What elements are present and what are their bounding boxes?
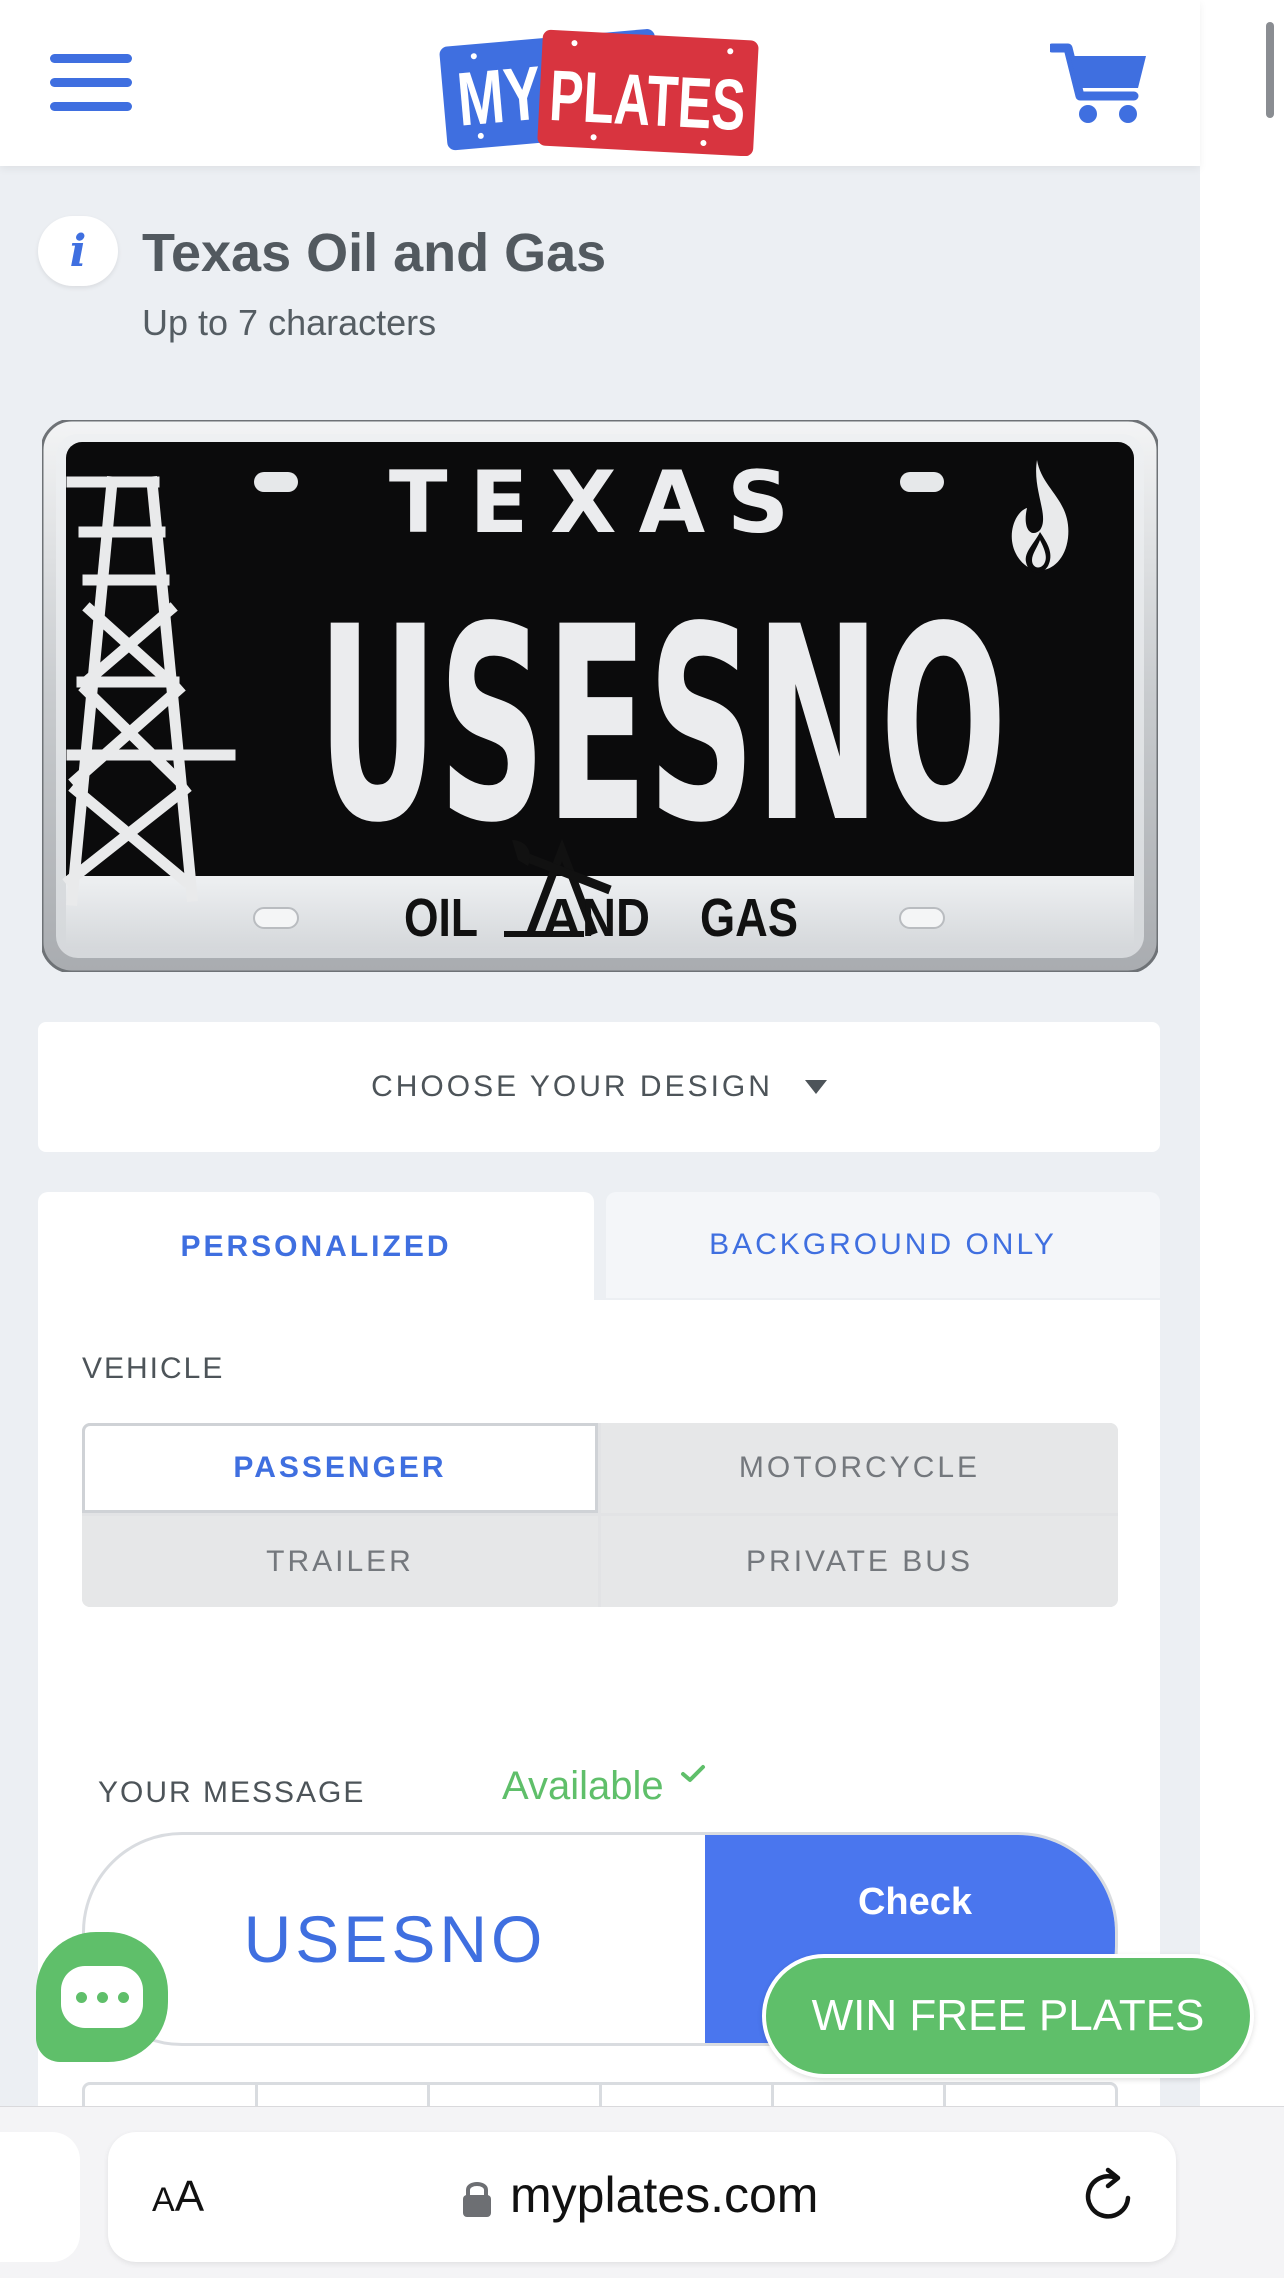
plate-caption-oil: OIL bbox=[404, 888, 478, 948]
text-size-button[interactable]: AA bbox=[152, 2172, 204, 2222]
message-input[interactable]: USESNO bbox=[85, 1835, 705, 2043]
plate-title: Texas Oil and Gas bbox=[142, 223, 607, 283]
lock-icon bbox=[463, 2182, 491, 2217]
myplates-logo[interactable]: MY PLATES bbox=[436, 8, 766, 156]
url-text: myplates.com bbox=[510, 2167, 819, 2223]
chat-button[interactable] bbox=[36, 1932, 168, 2062]
plate-state: TEXAS bbox=[389, 453, 811, 553]
text-size-large-glyph: A bbox=[174, 2172, 205, 2221]
menu-icon[interactable] bbox=[50, 54, 132, 112]
tab-personalized[interactable]: PERSONALIZED bbox=[38, 1192, 594, 1302]
win-free-plates-button[interactable]: WIN FREE PLATES bbox=[762, 1954, 1254, 2078]
your-message-label: YOUR MESSAGE bbox=[98, 1776, 366, 1809]
vehicle-option-private-bus[interactable]: PRIVATE BUS bbox=[601, 1516, 1118, 1607]
scrollbar[interactable] bbox=[1266, 22, 1274, 118]
tab-background-only[interactable]: BACKGROUND ONLY bbox=[606, 1192, 1160, 1298]
site-header: MY PLATES bbox=[0, 0, 1200, 166]
plate-text: USESNO bbox=[317, 570, 1007, 882]
plate-caption-gas: GAS bbox=[700, 888, 798, 948]
previous-tab[interactable] bbox=[0, 2132, 80, 2262]
info-icon: i bbox=[69, 225, 87, 277]
info-button[interactable]: i bbox=[38, 216, 118, 286]
checkmark-icon bbox=[681, 1765, 705, 1782]
chevron-down-icon bbox=[804, 1080, 827, 1094]
vehicle-option-trailer[interactable]: TRAILER bbox=[82, 1516, 598, 1607]
chat-icon bbox=[61, 1966, 143, 2028]
plate-caption-a: A bbox=[542, 888, 581, 948]
choose-design-label: CHOOSE YOUR DESIGN bbox=[371, 1070, 773, 1103]
logo-text-my: MY bbox=[454, 51, 545, 143]
cart-icon[interactable] bbox=[1050, 40, 1148, 126]
vehicle-option-motorcycle[interactable]: MOTORCYCLE bbox=[601, 1423, 1118, 1513]
plate-preview: TEXAS USESNO OIL A ND GAS bbox=[42, 420, 1158, 972]
plate-caption-nd: ND bbox=[582, 888, 650, 948]
character-limit: Up to 7 characters bbox=[142, 302, 437, 343]
availability-status: Available bbox=[502, 1764, 664, 1808]
vehicle-label: VEHICLE bbox=[82, 1352, 225, 1385]
page-edge bbox=[1200, 0, 1284, 2277]
logo-text-plates: PLATES bbox=[548, 56, 748, 146]
choose-design-dropdown[interactable]: CHOOSE YOUR DESIGN bbox=[38, 1022, 1160, 1152]
vehicle-option-passenger[interactable]: PASSENGER bbox=[82, 1423, 598, 1513]
reload-icon[interactable] bbox=[1082, 2166, 1136, 2222]
text-size-small-glyph: A bbox=[152, 2181, 175, 2219]
